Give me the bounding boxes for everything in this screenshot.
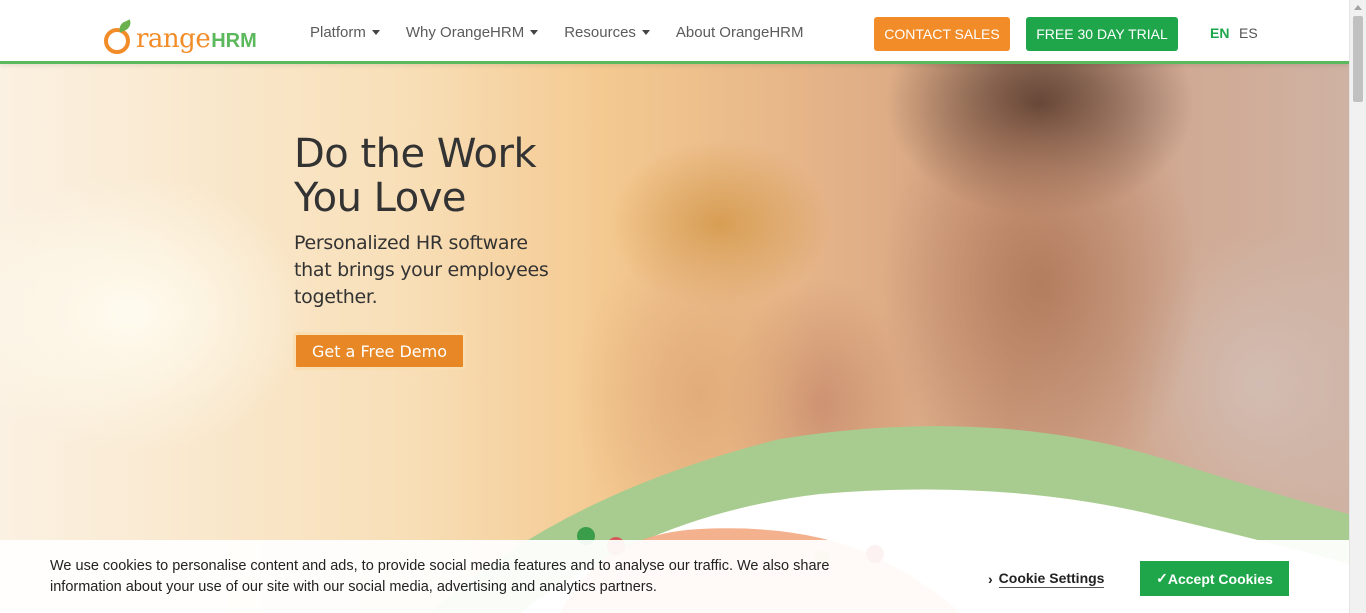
- logo-hrm: HRM: [211, 30, 257, 52]
- nav-resources[interactable]: Resources: [564, 24, 650, 41]
- nav-about-label: About OrangeHRM: [675, 23, 804, 41]
- cookie-settings-label: Cookie Settings: [998, 570, 1105, 588]
- page-scrollbar[interactable]: [1349, 0, 1366, 613]
- language-en[interactable]: EN: [1210, 25, 1229, 41]
- nav-platform-label: Platform: [310, 23, 366, 41]
- nav-why-label: Why OrangeHRM: [405, 23, 525, 41]
- chevron-right-icon: ›: [988, 571, 993, 587]
- free-demo-button[interactable]: Get a Free Demo: [293, 332, 466, 370]
- hero-section: Do the Work You Love Personalized HR sof…: [0, 64, 1349, 613]
- nav-platform[interactable]: Platform: [310, 24, 380, 41]
- cookie-banner: We use cookies to personalise content an…: [0, 540, 1349, 613]
- scroll-thumb[interactable]: [1353, 16, 1363, 102]
- language-es[interactable]: ES: [1239, 25, 1258, 41]
- cookie-settings-link[interactable]: › Cookie Settings: [988, 570, 1105, 588]
- accept-cookies-button[interactable]: ✓ Accept Cookies: [1140, 561, 1289, 596]
- cookie-message: We use cookies to personalise content an…: [50, 558, 830, 595]
- logo-wordmark: range: [136, 24, 211, 54]
- contact-sales-button[interactable]: CONTACT SALES: [874, 17, 1010, 51]
- nav-about[interactable]: About OrangeHRM: [676, 24, 804, 41]
- caret-down-icon: [530, 29, 539, 35]
- nav-why-orangehrm[interactable]: Why OrangeHRM: [405, 23, 539, 41]
- check-icon: ✓: [1156, 570, 1168, 586]
- caret-down-icon: [371, 29, 380, 35]
- hero-title: Do the Work You Love: [294, 131, 537, 221]
- accept-cookies-label: Accept Cookies: [1167, 570, 1273, 587]
- main-nav: Platform Why OrangeHRM Resources About O…: [310, 0, 803, 64]
- caret-down-icon: [641, 29, 650, 35]
- free-trial-button[interactable]: FREE 30 DAY TRIAL: [1026, 17, 1178, 51]
- scroll-up-icon[interactable]: [1354, 5, 1362, 10]
- orangehrm-logo[interactable]: range HRM: [104, 12, 257, 54]
- site-header: range HRM Platform Why OrangeHRM Resourc…: [0, 0, 1349, 64]
- hero-wave-decoration: [430, 426, 1349, 613]
- orange-logo-icon: [104, 19, 134, 54]
- nav-resources-label: Resources: [564, 23, 636, 41]
- hero-subtitle: Personalized HR software that brings you…: [294, 232, 549, 308]
